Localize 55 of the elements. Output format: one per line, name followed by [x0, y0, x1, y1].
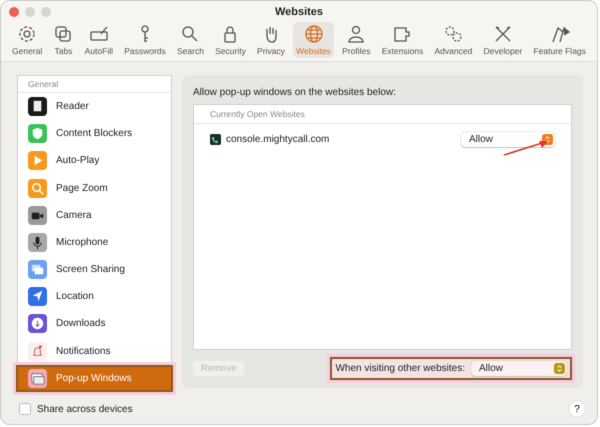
permission-select[interactable]: Allow: [461, 132, 555, 147]
flags-icon: [550, 24, 570, 44]
tools-icon: [492, 24, 513, 44]
sidebar-item[interactable]: Page Zoom: [18, 174, 171, 202]
panel-caption: Allow pop-up windows on the websites below:: [193, 87, 397, 98]
help-button[interactable]: ?: [569, 401, 585, 417]
sidebar-item[interactable]: Reader: [18, 93, 171, 120]
zoom-icon: [28, 178, 47, 198]
screens-icon: [28, 260, 47, 280]
sidebar-header: General: [18, 76, 171, 93]
table-header: Currently Open Websites: [194, 105, 571, 124]
minimize-button[interactable]: [25, 7, 35, 17]
sidebar-item[interactable]: Pop-up Windows: [16, 364, 173, 392]
gear-icon: [17, 24, 38, 44]
toolbar-tab[interactable]: Passwords: [121, 22, 169, 58]
toolbar-tab[interactable]: Privacy: [254, 22, 288, 58]
zoom-button[interactable]: [41, 7, 51, 17]
sidebar-item[interactable]: Location: [18, 283, 171, 310]
tabs-icon: [53, 24, 74, 44]
sidebar-item[interactable]: Downloads: [18, 310, 171, 338]
stepper-icon: [554, 363, 565, 374]
toolbar-tab[interactable]: Developer: [480, 22, 526, 58]
window-title: Websites: [274, 6, 324, 18]
windows-icon: [28, 368, 47, 388]
shield-icon: [28, 124, 47, 144]
toolbar-tab[interactable]: Profiles: [339, 22, 374, 58]
sidebar-item[interactable]: Auto-Play: [18, 147, 171, 175]
sidebar-item[interactable]: Content Blockers: [18, 120, 171, 148]
toolbar-tab[interactable]: Search: [174, 22, 207, 58]
play-icon: [28, 151, 47, 170]
default-label: When visiting other websites:: [335, 363, 465, 374]
toolbar-tab[interactable]: Tabs: [50, 22, 76, 58]
sidebar-item[interactable]: Camera: [18, 202, 171, 229]
camera-icon: [28, 206, 47, 225]
sidebar-item[interactable]: Microphone: [18, 228, 171, 256]
toolbar-tab[interactable]: Security: [212, 22, 249, 58]
close-button[interactable]: [9, 7, 19, 17]
reader-icon: [28, 97, 47, 116]
toolbar-tab[interactable]: General: [9, 22, 46, 58]
toolbar-tab[interactable]: Extensions: [378, 22, 426, 58]
toolbar-tab[interactable]: Advanced: [431, 22, 476, 58]
gears-icon: [443, 24, 464, 44]
download-icon: [28, 314, 47, 334]
checkbox-label: Share across devices: [37, 404, 133, 414]
person-icon: [346, 24, 366, 44]
toolbar-tab[interactable]: AutoFill: [82, 22, 116, 58]
phone-icon: [210, 134, 221, 145]
checkbox[interactable]: [19, 403, 31, 415]
site-name: console.mightycall.com: [226, 134, 330, 145]
globe-icon: [304, 24, 324, 44]
microphone-icon: [28, 232, 47, 252]
toolbar-tab[interactable]: Feature Flags: [530, 22, 589, 58]
bell-icon: [28, 342, 47, 361]
sidebar-item[interactable]: Screen Sharing: [18, 256, 171, 284]
default-select[interactable]: Allow: [471, 361, 567, 376]
